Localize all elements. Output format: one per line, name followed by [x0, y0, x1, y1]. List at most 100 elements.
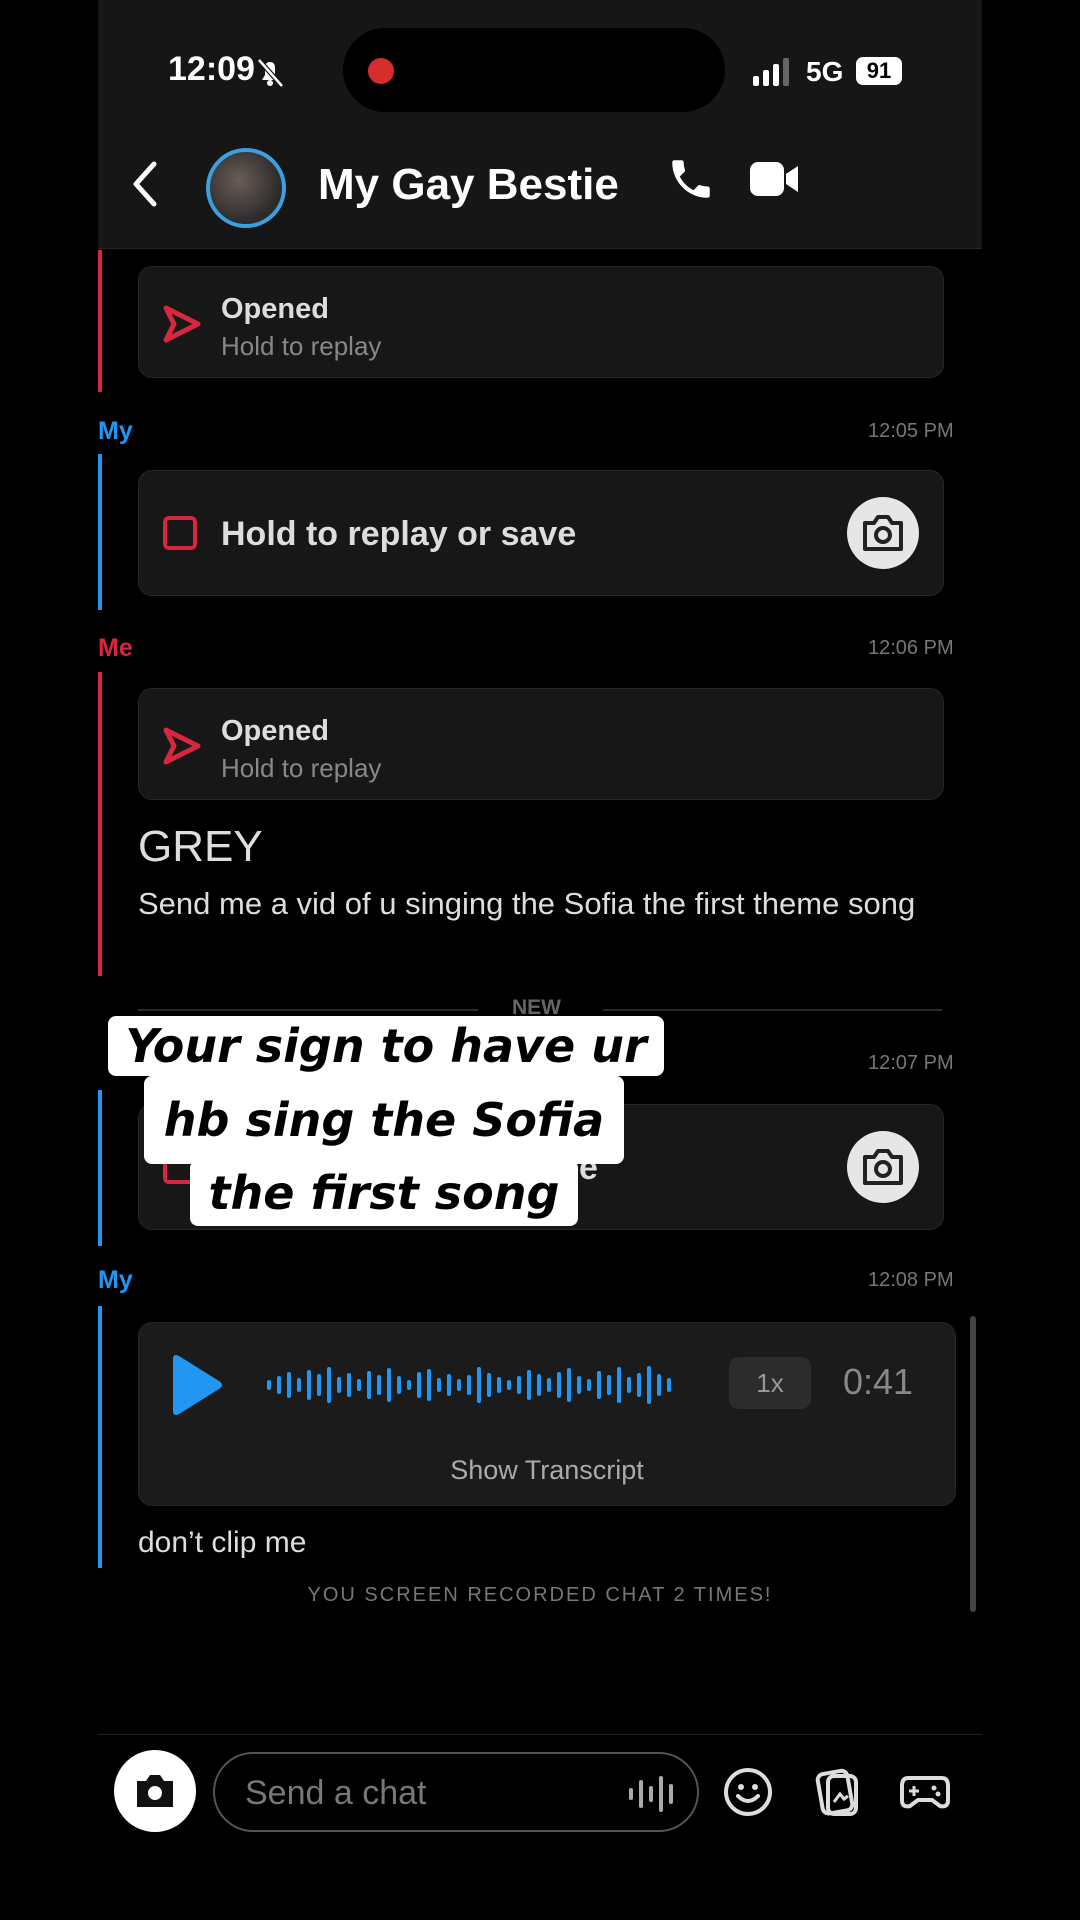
hold-to-replay-label: Hold to replay — [221, 753, 382, 783]
phone-call-icon[interactable] — [666, 154, 716, 204]
status-time: 12:09 — [168, 50, 255, 88]
waveform-bar — [377, 1375, 381, 1395]
new-divider-right — [603, 1009, 942, 1011]
sender-bar-blue — [98, 454, 102, 610]
waveform-bar — [277, 1376, 281, 1394]
waveform-bar — [497, 1377, 501, 1393]
waveform-bar — [347, 1373, 351, 1397]
camera-button[interactable] — [114, 1750, 196, 1832]
waveform-bar — [297, 1378, 301, 1392]
message-timestamp: 12:05 PM — [868, 420, 954, 442]
sender-bar-blue — [98, 1306, 102, 1568]
snap-opened-card[interactable]: Opened Hold to replay — [138, 266, 944, 378]
chat-input-placeholder: Send a chat — [245, 1774, 427, 1812]
hold-replay-save-label: Hold to replay or save — [221, 515, 577, 553]
waveform-bar — [337, 1377, 341, 1393]
snap-square-icon — [163, 516, 197, 550]
phone-screen: 12:09 5G 91 My Gay Bestie Opened Hold to… — [98, 0, 982, 1920]
waveform-bar — [607, 1375, 611, 1395]
message-timestamp: 12:08 PM — [868, 1269, 954, 1291]
waveform-bar — [537, 1374, 541, 1396]
show-transcript-button[interactable]: Show Transcript — [139, 1455, 955, 1486]
waveform-bar — [487, 1373, 491, 1397]
dynamic-island — [343, 28, 725, 112]
voice-note-icon[interactable] — [627, 1774, 679, 1814]
waveform-bar — [287, 1372, 291, 1398]
snap-opened-card[interactable]: Opened Hold to replay — [138, 688, 944, 800]
waveform-bar — [567, 1368, 571, 1402]
play-icon[interactable] — [165, 1353, 225, 1417]
waveform-bar — [427, 1369, 431, 1401]
chat-title[interactable]: My Gay Bestie — [318, 160, 619, 210]
waveform-bar — [477, 1367, 481, 1403]
waveform-bar — [627, 1377, 631, 1393]
waveform-bar — [447, 1374, 451, 1396]
recording-dot-icon — [368, 58, 394, 84]
opened-arrow-icon — [163, 305, 201, 343]
waveform-bar — [557, 1372, 561, 1398]
sender-label-me: Me — [98, 634, 133, 662]
voice-duration: 0:41 — [843, 1361, 914, 1402]
new-divider-left — [138, 1009, 478, 1011]
camera-save-button[interactable] — [847, 1131, 919, 1203]
back-chevron-icon[interactable] — [128, 156, 164, 212]
camera-icon — [137, 1775, 173, 1807]
caption-line-1: Your sign to have ur — [108, 1016, 664, 1076]
opened-label: Opened — [221, 293, 329, 325]
waveform-bar — [417, 1372, 421, 1398]
snap-received-card[interactable]: Hold to replay or save — [138, 470, 944, 596]
waveform-bar — [457, 1379, 461, 1391]
voice-note-card: 1x 0:41 Show Transcript — [138, 1322, 956, 1506]
playback-speed-button[interactable]: 1x — [729, 1357, 811, 1409]
network-type: 5G — [806, 56, 844, 87]
mute-bell-icon — [257, 58, 284, 88]
message-timestamp: 12:07 PM — [868, 1052, 954, 1074]
waveform-bar — [367, 1371, 371, 1399]
caption-line-2: hb sing the Sofia — [144, 1076, 624, 1164]
waveform-bar — [587, 1379, 591, 1391]
waveform-bar — [637, 1373, 641, 1397]
sender-bar-blue — [98, 1090, 102, 1246]
voice-waveform — [267, 1366, 671, 1404]
opened-label: Opened — [221, 715, 329, 747]
message-text: don’t clip me — [138, 1526, 307, 1559]
waveform-bar — [387, 1368, 391, 1402]
battery-level: 91 — [856, 57, 902, 85]
caption-line-3: the first song — [190, 1160, 578, 1226]
waveform-bar — [317, 1374, 321, 1396]
video-call-icon[interactable] — [748, 156, 800, 202]
message-timestamp: 12:06 PM — [868, 637, 954, 659]
sender-label-my: My — [98, 417, 133, 445]
memories-icon[interactable] — [810, 1766, 862, 1818]
sender-bar-red — [98, 672, 102, 976]
waveform-bar — [437, 1378, 441, 1392]
waveform-bar — [397, 1376, 401, 1394]
waveform-bar — [517, 1376, 521, 1394]
chat-input[interactable]: Send a chat — [213, 1752, 699, 1832]
waveform-bar — [617, 1367, 621, 1403]
waveform-bar — [527, 1370, 531, 1400]
waveform-bar — [327, 1367, 331, 1403]
chat-header: My Gay Bestie — [98, 120, 982, 249]
sender-bar-red — [98, 250, 102, 392]
sender-label-my: My — [98, 1266, 133, 1294]
emoji-icon[interactable] — [722, 1766, 774, 1818]
waveform-bar — [507, 1380, 511, 1390]
screen-record-notice: YOU SCREEN RECORDED CHAT 2 TIMES! — [307, 1584, 773, 1606]
waveform-bar — [357, 1379, 361, 1391]
avatar[interactable] — [206, 148, 286, 228]
waveform-bar — [667, 1378, 671, 1392]
waveform-bar — [547, 1378, 551, 1392]
hold-to-replay-label: Hold to replay — [221, 331, 382, 361]
waveform-bar — [577, 1376, 581, 1394]
signal-icon — [753, 58, 789, 86]
composer-divider — [98, 1734, 982, 1735]
camera-save-button[interactable] — [847, 497, 919, 569]
waveform-bar — [307, 1370, 311, 1400]
games-icon[interactable] — [898, 1766, 952, 1818]
camera-icon — [863, 515, 903, 551]
waveform-bar — [657, 1374, 661, 1396]
scrollbar[interactable] — [970, 1316, 976, 1612]
waveform-bar — [597, 1371, 601, 1399]
waveform-bar — [467, 1375, 471, 1395]
